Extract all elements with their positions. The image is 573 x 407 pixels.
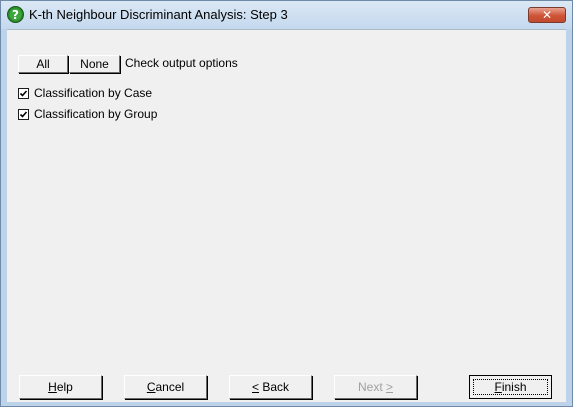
help-question-icon: ? bbox=[7, 6, 24, 23]
classification-by-group-label: Classification by Group bbox=[34, 107, 158, 121]
checkmark-icon bbox=[19, 90, 28, 97]
cancel-button[interactable]: Cancel bbox=[124, 375, 207, 399]
next-label: Next bbox=[357, 380, 386, 394]
dialog-body: All None Check output options Classifica… bbox=[7, 29, 566, 402]
select-none-button[interactable]: None bbox=[69, 55, 120, 73]
classification-by-case-label: Classification by Case bbox=[34, 86, 153, 100]
select-all-button[interactable]: All bbox=[18, 55, 68, 73]
title-bar[interactable]: ? K-th Neighbour Discriminant Analysis: … bbox=[1, 1, 572, 29]
help-accel: H bbox=[48, 380, 57, 394]
back-accel: < bbox=[251, 380, 259, 394]
back-button[interactable]: < Back bbox=[229, 375, 312, 399]
focus-rectangle bbox=[473, 379, 548, 395]
back-label: Back bbox=[259, 380, 290, 394]
close-icon: ✕ bbox=[541, 8, 553, 22]
svg-text:?: ? bbox=[12, 8, 19, 22]
finish-button[interactable]: Finish bbox=[469, 375, 552, 399]
window-title: K-th Neighbour Discriminant Analysis: St… bbox=[29, 7, 288, 22]
help-label: elp bbox=[56, 380, 73, 394]
next-button: Next > bbox=[334, 375, 417, 399]
next-accel: > bbox=[386, 380, 394, 394]
help-button[interactable]: Help bbox=[19, 375, 102, 399]
classification-by-group-checkbox[interactable] bbox=[18, 109, 29, 120]
close-button[interactable]: ✕ bbox=[528, 7, 566, 23]
output-options-label: Check output options bbox=[125, 56, 238, 70]
cancel-label: ancel bbox=[155, 380, 185, 394]
checkmark-icon bbox=[19, 111, 28, 118]
classification-by-case-checkbox[interactable] bbox=[18, 88, 29, 99]
dialog-window: ? K-th Neighbour Discriminant Analysis: … bbox=[0, 0, 573, 407]
